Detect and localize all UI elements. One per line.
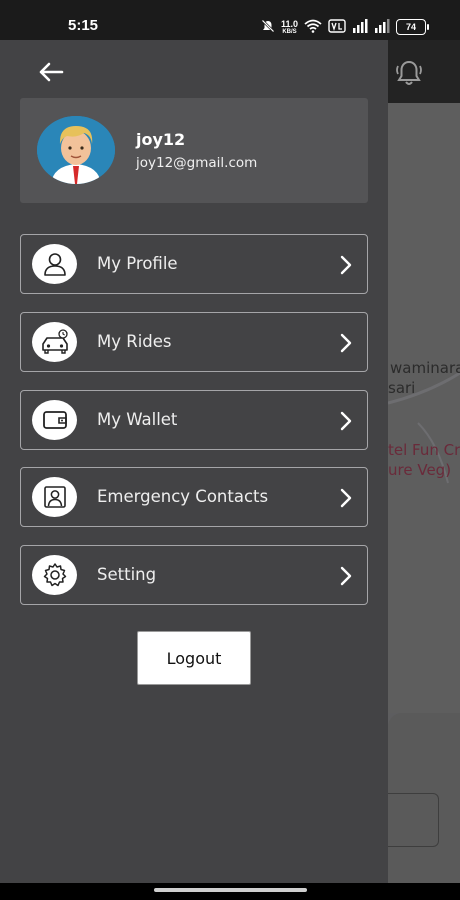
avatar	[37, 116, 115, 184]
map-label: sari	[388, 379, 416, 397]
map-label: waminara	[390, 359, 460, 377]
bottom-sheet-field[interactable]	[388, 793, 439, 847]
chevron-right-icon	[340, 566, 352, 586]
menu-item-my-profile[interactable]: My Profile	[20, 234, 368, 294]
volte-icon	[328, 18, 346, 37]
network-speed: 11.0 KB/S	[280, 18, 298, 35]
arrow-left-icon	[39, 62, 64, 82]
status-bar: 5:15 11.0 KB/S 74	[0, 0, 460, 40]
menu-item-my-wallet[interactable]: My Wallet	[20, 390, 368, 450]
logout-button[interactable]: Logout	[137, 631, 251, 685]
menu-item-setting[interactable]: Setting	[20, 545, 368, 605]
mute-icon	[261, 18, 275, 37]
map-label: tel Fun Cr	[388, 441, 460, 459]
menu-item-emergency-contacts[interactable]: Emergency Contacts	[20, 467, 368, 527]
battery-indicator: 74	[396, 19, 429, 35]
menu-item-label: My Rides	[97, 332, 172, 351]
chevron-right-icon	[340, 333, 352, 353]
status-icons: 11.0 KB/S 74	[261, 16, 429, 38]
status-time: 5:15	[68, 17, 99, 34]
back-button[interactable]	[34, 57, 68, 87]
profile-card[interactable]: joy12 joy12@gmail.com	[20, 98, 368, 203]
user-icon	[32, 244, 77, 284]
menu-item-label: Emergency Contacts	[97, 487, 269, 506]
menu-item-label: Setting	[97, 565, 157, 584]
chevron-right-icon	[340, 488, 352, 508]
chevron-right-icon	[340, 411, 352, 431]
signal-icon	[374, 18, 390, 37]
car-icon	[32, 322, 77, 362]
contact-card-icon	[32, 477, 77, 517]
system-nav-bar	[0, 883, 460, 900]
home-indicator[interactable]	[154, 888, 307, 892]
notification-bell-icon[interactable]	[392, 56, 426, 90]
profile-username: joy12	[136, 130, 186, 149]
wifi-icon	[304, 18, 322, 37]
menu-item-my-rides[interactable]: My Rides	[20, 312, 368, 372]
map-label: ure Veg)	[388, 461, 452, 479]
gear-icon	[32, 555, 77, 595]
profile-email: joy12@gmail.com	[136, 155, 258, 171]
wallet-icon	[32, 400, 77, 440]
menu-item-label: My Profile	[97, 254, 178, 273]
navigation-drawer: joy12 joy12@gmail.com My Profile My Ride…	[0, 40, 388, 883]
signal-icon	[352, 18, 368, 37]
chevron-right-icon	[340, 255, 352, 275]
menu-item-label: My Wallet	[97, 410, 178, 429]
map-view[interactable]: waminara sari tel Fun Cr ure Veg)	[388, 103, 460, 713]
